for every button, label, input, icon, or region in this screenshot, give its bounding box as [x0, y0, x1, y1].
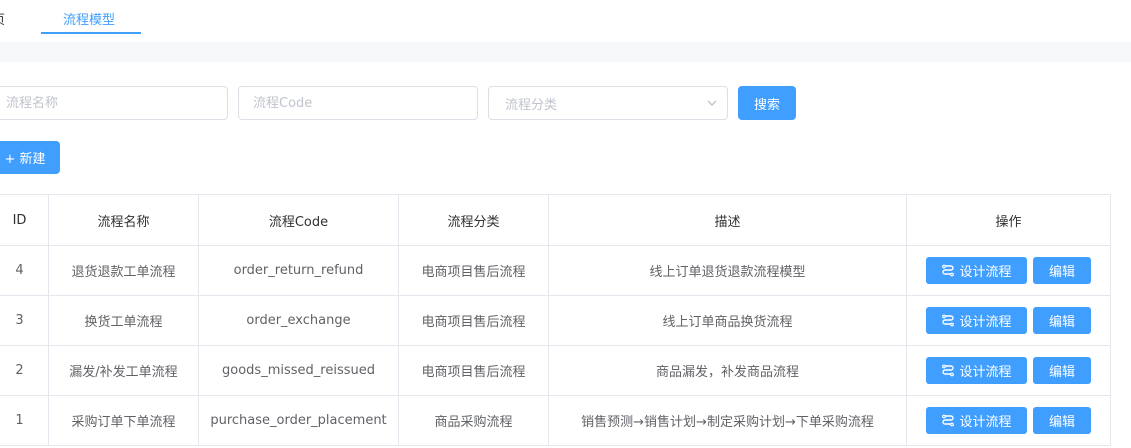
design-process-label: 设计流程	[959, 315, 1012, 330]
table-row: 4 退货退款工单流程 order_return_refund 电商项目售后流程 …	[0, 245, 1111, 296]
edit-button[interactable]: 编辑	[1033, 357, 1091, 384]
table-header-row: ID 流程名称 流程Code 流程分类 描述 操作	[0, 194, 1111, 246]
cell-category: 商品采购流程	[398, 395, 549, 446]
edit-button[interactable]: 编辑	[1033, 307, 1091, 334]
design-process-button[interactable]: 设计流程	[926, 257, 1027, 284]
chevron-down-icon[interactable]	[697, 87, 727, 119]
cell-id: 3	[0, 295, 49, 346]
cell-id: 2	[0, 345, 49, 396]
table-row: 1 采购订单下单流程 purchase_order_placement 商品采购…	[0, 395, 1111, 446]
cell-description: 线上订单退货退款流程模型	[548, 245, 907, 296]
tab-bar: 页 流程模型	[0, 0, 1131, 42]
column-header-actions: 操作	[906, 194, 1111, 246]
design-process-button[interactable]: 设计流程	[926, 357, 1027, 384]
design-process-label: 设计流程	[959, 415, 1012, 430]
cell-id: 4	[0, 245, 49, 296]
column-header-id: ID	[0, 194, 49, 246]
design-process-label: 设计流程	[959, 365, 1012, 380]
cell-category: 电商项目售后流程	[398, 345, 549, 396]
design-process-button[interactable]: 设计流程	[926, 407, 1027, 434]
cell-name: 采购订单下单流程	[48, 395, 199, 446]
add-new-button[interactable]: + 新建	[0, 141, 60, 174]
search-button[interactable]: 搜索	[738, 86, 796, 120]
flow-design-icon	[942, 414, 955, 426]
flow-design-icon	[942, 314, 955, 326]
column-header-description: 描述	[548, 194, 907, 246]
cell-category: 电商项目售后流程	[398, 245, 549, 296]
active-tab-indicator	[41, 32, 141, 34]
flow-design-icon	[942, 364, 955, 376]
content-divider	[0, 42, 1131, 62]
process-code-field[interactable]	[238, 86, 478, 120]
edit-button[interactable]: 编辑	[1033, 407, 1091, 434]
tab-home[interactable]: 页	[0, 9, 5, 28]
cell-name: 退货退款工单流程	[48, 245, 199, 296]
cell-category: 电商项目售后流程	[398, 295, 549, 346]
cell-code: goods_missed_reissued	[198, 345, 399, 396]
cell-description: 销售预测→销售计划→制定采购计划→下单采购流程	[548, 395, 907, 446]
process-code-input[interactable]	[239, 87, 477, 119]
cell-actions: 设计流程 编辑	[906, 345, 1111, 396]
tab-process-model[interactable]: 流程模型	[63, 9, 115, 28]
column-header-name: 流程名称	[48, 194, 199, 246]
cell-actions: 设计流程 编辑	[906, 395, 1111, 446]
table-row: 2 漏发/补发工单流程 goods_missed_reissued 电商项目售后…	[0, 345, 1111, 396]
cell-description: 商品漏发，补发商品流程	[548, 345, 907, 396]
column-header-category: 流程分类	[398, 194, 549, 246]
flow-design-icon	[942, 264, 955, 276]
cell-code: order_return_refund	[198, 245, 399, 296]
cell-actions: 设计流程 编辑	[906, 245, 1111, 296]
cell-id: 1	[0, 395, 49, 446]
design-process-label: 设计流程	[959, 265, 1012, 280]
column-header-code: 流程Code	[198, 194, 399, 246]
process-name-field[interactable]	[0, 86, 228, 120]
cell-code: order_exchange	[198, 295, 399, 346]
process-model-table: ID 流程名称 流程Code 流程分类 描述 操作 4 退货退款工单流程 ord…	[0, 194, 1111, 446]
process-name-input[interactable]	[0, 87, 227, 119]
cell-description: 线上订单商品换货流程	[548, 295, 907, 346]
cell-actions: 设计流程 编辑	[906, 295, 1111, 346]
cell-code: purchase_order_placement	[198, 395, 399, 446]
process-category-placeholder: 流程分类	[505, 97, 558, 113]
cell-name: 漏发/补发工单流程	[48, 345, 199, 396]
table-row: 3 换货工单流程 order_exchange 电商项目售后流程 线上订单商品换…	[0, 295, 1111, 346]
process-category-select[interactable]: 流程分类	[488, 86, 728, 120]
cell-name: 换货工单流程	[48, 295, 199, 346]
design-process-button[interactable]: 设计流程	[926, 307, 1027, 334]
edit-button[interactable]: 编辑	[1033, 257, 1091, 284]
